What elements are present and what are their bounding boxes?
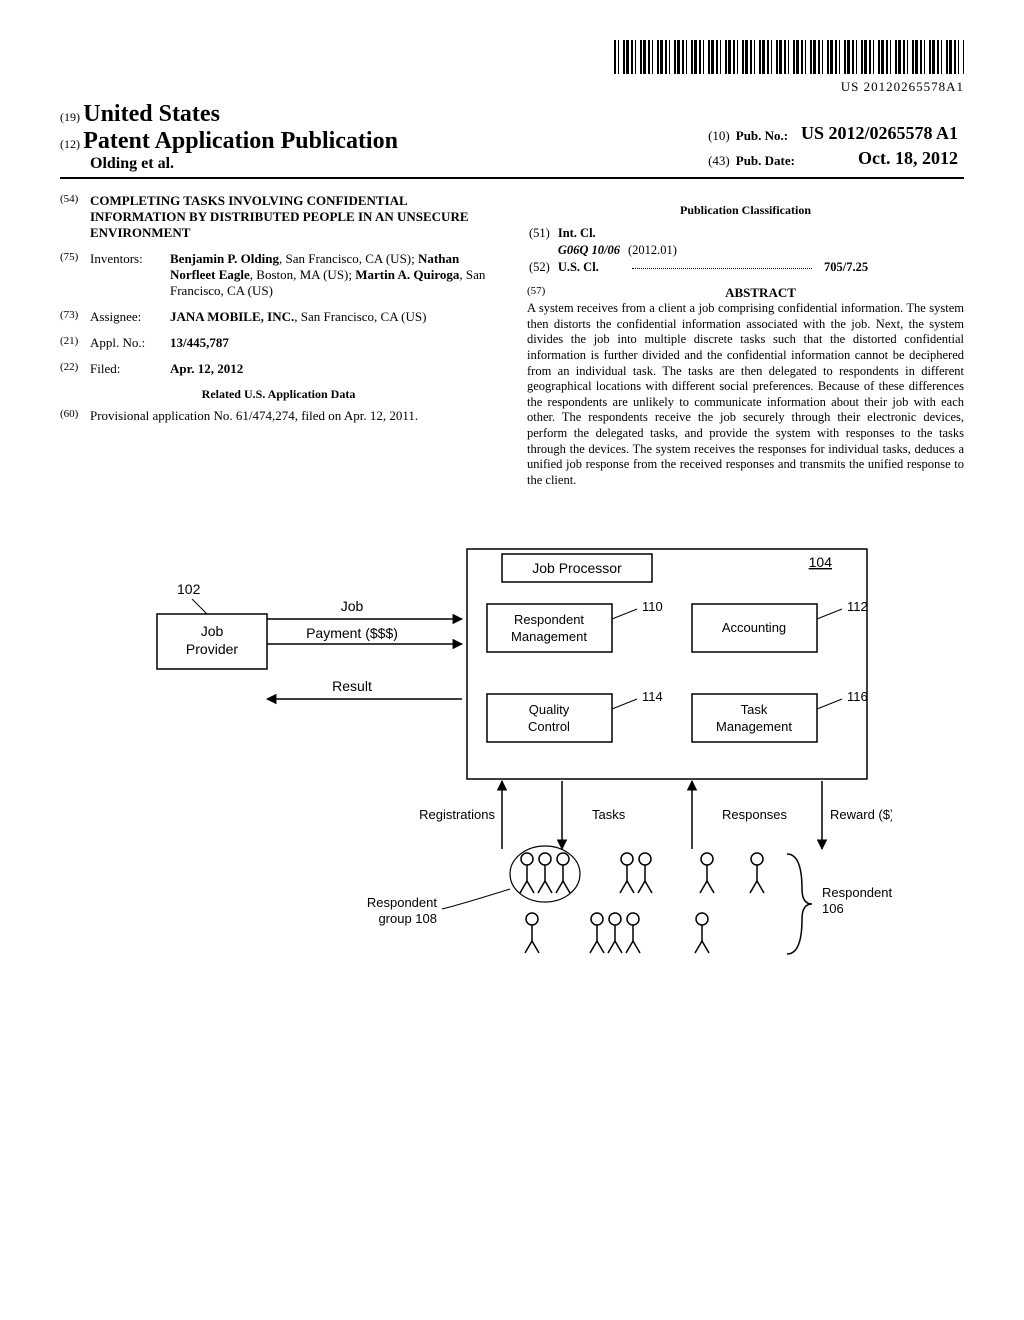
respondent-mgmt-l2: Management bbox=[511, 629, 587, 644]
respondents-brace bbox=[787, 854, 812, 954]
pubno-value: US 2012/0265578 A1 bbox=[801, 123, 962, 146]
filed-value: Apr. 12, 2012 bbox=[170, 361, 243, 376]
pubno-label: Pub. No.: bbox=[736, 128, 788, 143]
taskmgmt-l1: Task bbox=[741, 702, 768, 717]
uscl-value: 705/7.25 bbox=[824, 260, 868, 274]
qc-l2: Control bbox=[528, 719, 570, 734]
field-73: (73) Assignee: JANA MOBILE, INC., San Fr… bbox=[60, 309, 497, 325]
intcl-class: G06Q 10/06 bbox=[558, 243, 620, 257]
code-12: (12) bbox=[60, 137, 80, 151]
barcode-block: US 20120265578A1 bbox=[60, 40, 964, 95]
inventors-value: Benjamin P. Olding, San Francisco, CA (U… bbox=[170, 251, 497, 299]
inventors-label: Inventors: bbox=[90, 251, 170, 299]
related-app-heading: Related U.S. Application Data bbox=[60, 387, 497, 402]
job-provider-label2: Provider bbox=[186, 641, 238, 657]
uscl-label: U.S. Cl. bbox=[558, 260, 599, 274]
ref-116: 116 bbox=[847, 689, 868, 704]
field-75: (75) Inventors: Benjamin P. Olding, San … bbox=[60, 251, 497, 299]
code-19: (19) bbox=[60, 110, 80, 124]
code-43: (43) bbox=[708, 148, 734, 171]
job-processor-label: Job Processor bbox=[532, 560, 622, 576]
pubdate-value: Oct. 18, 2012 bbox=[801, 148, 962, 171]
ref-104: 104 bbox=[809, 554, 833, 570]
code-60: (60) bbox=[60, 408, 90, 424]
ref-110: 110 bbox=[642, 599, 663, 614]
code-22: (22) bbox=[60, 361, 90, 377]
document-header: (19) United States (12) Patent Applicati… bbox=[60, 101, 964, 179]
respondent-group-l2: group 108 bbox=[378, 911, 437, 926]
header-left: (19) United States (12) Patent Applicati… bbox=[60, 101, 398, 173]
job-provider-label1: Job bbox=[201, 623, 224, 639]
respondents-l2: 106 bbox=[822, 901, 844, 916]
code-10: (10) bbox=[708, 123, 734, 146]
arrow-result-label: Result bbox=[332, 678, 372, 694]
respondent-group-l1: Respondent bbox=[367, 895, 437, 910]
respondents-icons bbox=[520, 853, 764, 953]
code-51: (51) bbox=[529, 226, 556, 241]
assignee-value: JANA MOBILE, INC., San Francisco, CA (US… bbox=[170, 309, 497, 325]
job-processor-box bbox=[467, 549, 867, 779]
qc-l1: Quality bbox=[529, 702, 570, 717]
reward-label: Reward ($) bbox=[830, 807, 892, 822]
arrow-payment-label: Payment ($$$) bbox=[306, 625, 398, 641]
header-right: (10) Pub. No.: US 2012/0265578 A1 (43) P… bbox=[706, 121, 964, 173]
barcode-graphic bbox=[614, 40, 964, 74]
applno-value: 13/445,787 bbox=[170, 335, 229, 350]
ref-112: 112 bbox=[847, 599, 868, 614]
abstract-heading: ABSTRACT bbox=[725, 285, 796, 300]
intcl-label: Int. Cl. bbox=[558, 226, 596, 240]
ref-114: 114 bbox=[642, 689, 663, 704]
author-line: Olding et al. bbox=[60, 155, 398, 173]
abstract-text: A system receives from a client a job co… bbox=[527, 301, 964, 489]
code-75: (75) bbox=[60, 251, 90, 299]
arrow-job-label: Job bbox=[341, 598, 364, 614]
accounting-label: Accounting bbox=[722, 620, 786, 635]
filed-label: Filed: bbox=[90, 361, 170, 377]
invention-title: COMPLETING TASKS INVOLVING CONFIDENTIAL … bbox=[90, 193, 497, 241]
code-21: (21) bbox=[60, 335, 90, 351]
barcode-text: US 20120265578A1 bbox=[60, 79, 964, 95]
code-52: (52) bbox=[529, 260, 556, 275]
tasks-label: Tasks bbox=[592, 807, 626, 822]
taskmgmt-l2: Management bbox=[716, 719, 792, 734]
field-54: (54) COMPLETING TASKS INVOLVING CONFIDEN… bbox=[60, 193, 497, 241]
diagram-svg: .box{fill:#fff;stroke:#000;stroke-width:… bbox=[132, 519, 892, 979]
field-22: (22) Filed: Apr. 12, 2012 bbox=[60, 361, 497, 377]
group-leader-line bbox=[442, 889, 510, 909]
right-column: Publication Classification (51) Int. Cl.… bbox=[527, 193, 964, 489]
provisional-value: Provisional application No. 61/474,274, … bbox=[90, 408, 497, 424]
respondent-mgmt-l1: Respondent bbox=[514, 612, 584, 627]
code-73: (73) bbox=[60, 309, 90, 325]
country: United States bbox=[83, 101, 220, 127]
dotfill bbox=[632, 268, 812, 269]
intcl-date: (2012.01) bbox=[628, 243, 822, 258]
field-60: (60) Provisional application No. 61/474,… bbox=[60, 408, 497, 424]
responses-label: Responses bbox=[722, 807, 788, 822]
figure-1: .box{fill:#fff;stroke:#000;stroke-width:… bbox=[60, 519, 964, 979]
left-column: (54) COMPLETING TASKS INVOLVING CONFIDEN… bbox=[60, 193, 497, 489]
biblio-columns: (54) COMPLETING TASKS INVOLVING CONFIDEN… bbox=[60, 193, 964, 489]
applno-label: Appl. No.: bbox=[90, 335, 170, 351]
assignee-label: Assignee: bbox=[90, 309, 170, 325]
respondents-l1: Respondents bbox=[822, 885, 892, 900]
publication-type: Patent Application Publication bbox=[83, 128, 398, 154]
classification-table: (51) Int. Cl. G06Q 10/06 (2012.01) (52) … bbox=[527, 224, 876, 277]
pub-class-heading: Publication Classification bbox=[527, 203, 964, 218]
field-21: (21) Appl. No.: 13/445,787 bbox=[60, 335, 497, 351]
registrations-label: Registrations bbox=[419, 807, 495, 822]
code-57: (57) bbox=[527, 285, 557, 301]
pubdate-label: Pub. Date: bbox=[736, 153, 795, 168]
ref-102: 102 bbox=[177, 581, 201, 597]
code-54: (54) bbox=[60, 193, 90, 241]
